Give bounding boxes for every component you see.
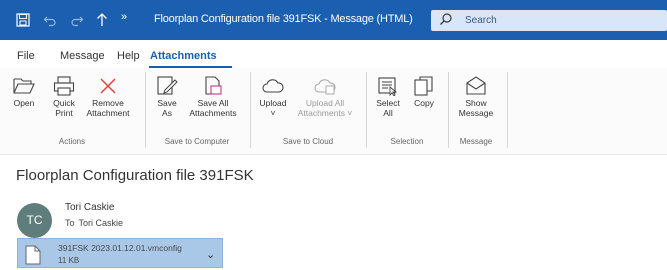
upload-all-label: Upload All — [305, 98, 345, 108]
ribbon-separator — [366, 72, 367, 148]
select-all-icon — [378, 77, 398, 96]
save-all-attachments-button[interactable]: Save All Attachments — [187, 76, 239, 118]
attachment-size: 11 KB — [58, 256, 80, 265]
ribbon-separator — [250, 72, 251, 148]
save-all-label-2: Attachments — [189, 108, 237, 118]
upload-all-label-2: Attachments ˅ — [297, 108, 353, 118]
menu-message[interactable]: Message — [60, 50, 105, 62]
quick-print-button[interactable]: Quick Print — [47, 76, 81, 118]
folder-open-icon — [13, 78, 35, 94]
save-all-label: Save All — [197, 98, 229, 108]
remove-label-2: Attachment — [86, 108, 130, 118]
recipient-name[interactable]: Tori Caskie — [79, 218, 124, 228]
title-bar: » Floorplan Configuration file 391FSK - … — [0, 0, 667, 40]
menu-help[interactable]: Help — [117, 50, 140, 62]
cloud-icon — [262, 79, 284, 93]
attachment-item[interactable]: 391FSK 2023.01.12.01.vmconfig 11 KB ⌄ — [17, 238, 223, 268]
group-label-selection: Selection — [390, 137, 424, 146]
menu-attachments[interactable]: Attachments — [150, 50, 217, 62]
show-message-label: Show — [465, 98, 487, 108]
upload-dropdown-icon: ˅ — [270, 108, 276, 118]
select-all-label-2: All — [383, 108, 393, 118]
undo-icon[interactable] — [43, 13, 57, 30]
open-label: Open — [13, 98, 35, 108]
message-subject: Floorplan Configuration file 391FSK — [16, 167, 254, 184]
redo-icon[interactable] — [70, 13, 84, 30]
upload-all-attachments-button[interactable]: Upload All Attachments ˅ — [295, 76, 355, 118]
file-icon — [25, 245, 41, 270]
to-label: To — [65, 218, 75, 228]
group-label-save-to-cloud: Save to Cloud — [282, 137, 334, 146]
upload-label: Upload — [259, 98, 287, 108]
show-message-button[interactable]: Show Message — [454, 76, 498, 118]
up-arrow-icon[interactable] — [96, 13, 108, 30]
recipient-line: To Tori Caskie — [65, 218, 123, 228]
printer-icon — [53, 76, 75, 96]
ribbon-separator — [145, 72, 146, 148]
copy-icon — [414, 76, 433, 96]
menu-file[interactable]: File — [17, 50, 35, 62]
attachment-filename: 391FSK 2023.01.12.01.vmconfig — [58, 243, 182, 253]
save-as-label-2: As — [162, 108, 172, 118]
remove-label: Remove — [92, 98, 124, 108]
group-label-message: Message — [459, 137, 493, 146]
save-icon[interactable] — [16, 13, 30, 30]
group-label-actions: Actions — [58, 137, 86, 146]
ribbon-separator — [507, 72, 508, 148]
show-message-label-2: Message — [458, 108, 494, 118]
quick-print-label: Quick — [53, 98, 75, 108]
sender-name[interactable]: Tori Caskie — [65, 202, 114, 213]
copy-label: Copy — [414, 98, 434, 108]
group-label-save-to-computer: Save to Computer — [164, 137, 230, 146]
search-placeholder: Search — [465, 15, 497, 26]
avatar[interactable]: TC — [17, 203, 52, 238]
select-all-button[interactable]: Select All — [373, 76, 403, 118]
copy-button[interactable]: Copy — [411, 76, 437, 108]
envelope-icon — [466, 76, 486, 95]
quick-access-more-icon[interactable]: » — [121, 12, 127, 23]
save-as-button[interactable]: Save As — [153, 76, 181, 118]
select-all-label: Select — [376, 98, 400, 108]
close-icon — [100, 78, 116, 94]
search-icon — [439, 12, 453, 29]
save-as-label: Save — [157, 98, 177, 108]
remove-attachment-button[interactable]: Remove Attachment — [85, 76, 131, 118]
quick-print-label-2: Print — [55, 108, 73, 118]
chevron-down-icon[interactable]: ⌄ — [206, 248, 215, 261]
ribbon-separator — [448, 72, 449, 148]
search-box[interactable]: Search — [431, 10, 667, 31]
cloud-upload-all-icon — [314, 79, 336, 95]
window-title: Floorplan Configuration file 391FSK - Me… — [154, 13, 413, 25]
upload-button[interactable]: Upload ˅ — [256, 76, 290, 118]
menu-bar: File Message Help Attachments — [0, 40, 667, 66]
save-all-icon — [205, 76, 222, 95]
save-as-icon — [157, 76, 178, 95]
open-button[interactable]: Open — [12, 76, 36, 108]
